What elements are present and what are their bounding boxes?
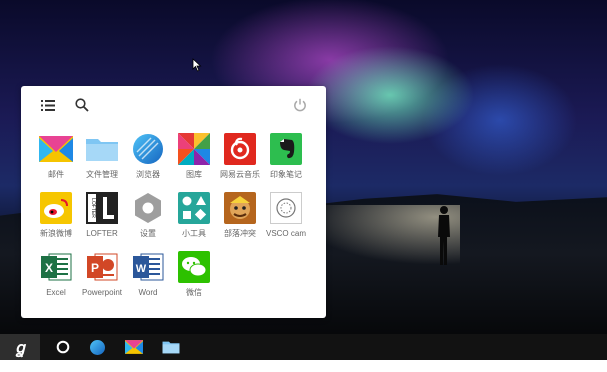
app-label: 浏览器 [136, 170, 160, 179]
folder-icon[interactable] [162, 338, 180, 356]
folder-icon [86, 139, 118, 161]
app-settings[interactable]: 设置 [125, 191, 171, 249]
browser-icon [133, 134, 163, 164]
app-word[interactable]: W Word [125, 250, 171, 308]
app-label: 文件管理 [86, 170, 118, 179]
start-logo-icon: ꬶ [15, 338, 25, 357]
home-circle-icon[interactable] [54, 338, 72, 356]
app-label: Powerpoint [81, 288, 123, 297]
app-file-manager[interactable]: 文件管理 [79, 132, 125, 190]
mouse-cursor-icon [192, 58, 202, 72]
mail-icon [39, 136, 73, 162]
app-widgets[interactable]: 小工具 [171, 191, 217, 249]
screen-bottom-margin [0, 360, 607, 372]
start-menu-header [21, 86, 326, 126]
app-powerpoint[interactable]: P Powerpoint [79, 250, 125, 308]
weibo-icon [40, 192, 72, 224]
app-lofter[interactable]: LOFTER LOFTER [79, 191, 125, 249]
mail-icon[interactable] [125, 338, 143, 356]
app-netease-music[interactable]: 网易云音乐 [217, 132, 263, 190]
app-label: VSCO cam [265, 229, 306, 238]
taskbar: ꬶ [0, 334, 607, 360]
vsco-icon [270, 192, 302, 224]
netease-music-icon [224, 133, 256, 165]
svg-text:LOFTER: LOFTER [90, 198, 96, 218]
app-label: 图库 [186, 170, 202, 179]
start-menu-panel: 邮件 文件管理 浏览器 图库 网易云音乐 印象笔记 新浪微博 LOFTER LO… [21, 86, 326, 318]
svg-text:P: P [91, 261, 99, 275]
power-icon[interactable] [291, 96, 309, 114]
app-weibo[interactable]: 新浪微博 [33, 191, 79, 249]
app-label: 印象笔记 [270, 170, 302, 179]
app-label: Excel [46, 288, 66, 297]
svg-text:X: X [45, 261, 53, 275]
list-icon[interactable] [39, 96, 57, 114]
app-label: 部落冲突 [224, 229, 256, 238]
lofter-icon: LOFTER [86, 192, 118, 224]
app-clash-of-clans[interactable]: 部落冲突 [217, 191, 263, 249]
app-label: Word [138, 288, 158, 297]
app-mail[interactable]: 邮件 [33, 132, 79, 190]
clash-of-clans-icon [224, 192, 256, 224]
app-vsco[interactable]: VSCO cam [263, 191, 309, 249]
word-icon: W [133, 253, 164, 281]
app-label: 网易云音乐 [220, 170, 260, 179]
browser-icon[interactable] [88, 338, 106, 356]
app-label: 设置 [140, 229, 156, 238]
svg-text:W: W [136, 263, 147, 275]
person-silhouette [438, 206, 450, 265]
app-label: 微信 [186, 288, 202, 297]
app-label: 邮件 [48, 170, 64, 179]
app-excel[interactable]: X Excel [33, 250, 79, 308]
evernote-icon [270, 133, 302, 165]
gallery-icon [178, 133, 210, 165]
excel-icon: X [41, 253, 72, 281]
app-browser[interactable]: 浏览器 [125, 132, 171, 190]
powerpoint-icon: P [87, 253, 118, 281]
app-label: 小工具 [182, 229, 206, 238]
app-label: LOFTER [86, 229, 118, 238]
app-wechat[interactable]: 微信 [171, 250, 217, 308]
wechat-icon [178, 251, 210, 283]
search-icon[interactable] [73, 96, 91, 114]
settings-icon [135, 193, 161, 223]
app-label: 新浪微博 [40, 229, 72, 238]
widgets-icon [178, 192, 210, 224]
start-button[interactable]: ꬶ [0, 334, 40, 360]
app-gallery[interactable]: 图库 [171, 132, 217, 190]
app-evernote[interactable]: 印象笔记 [263, 132, 309, 190]
